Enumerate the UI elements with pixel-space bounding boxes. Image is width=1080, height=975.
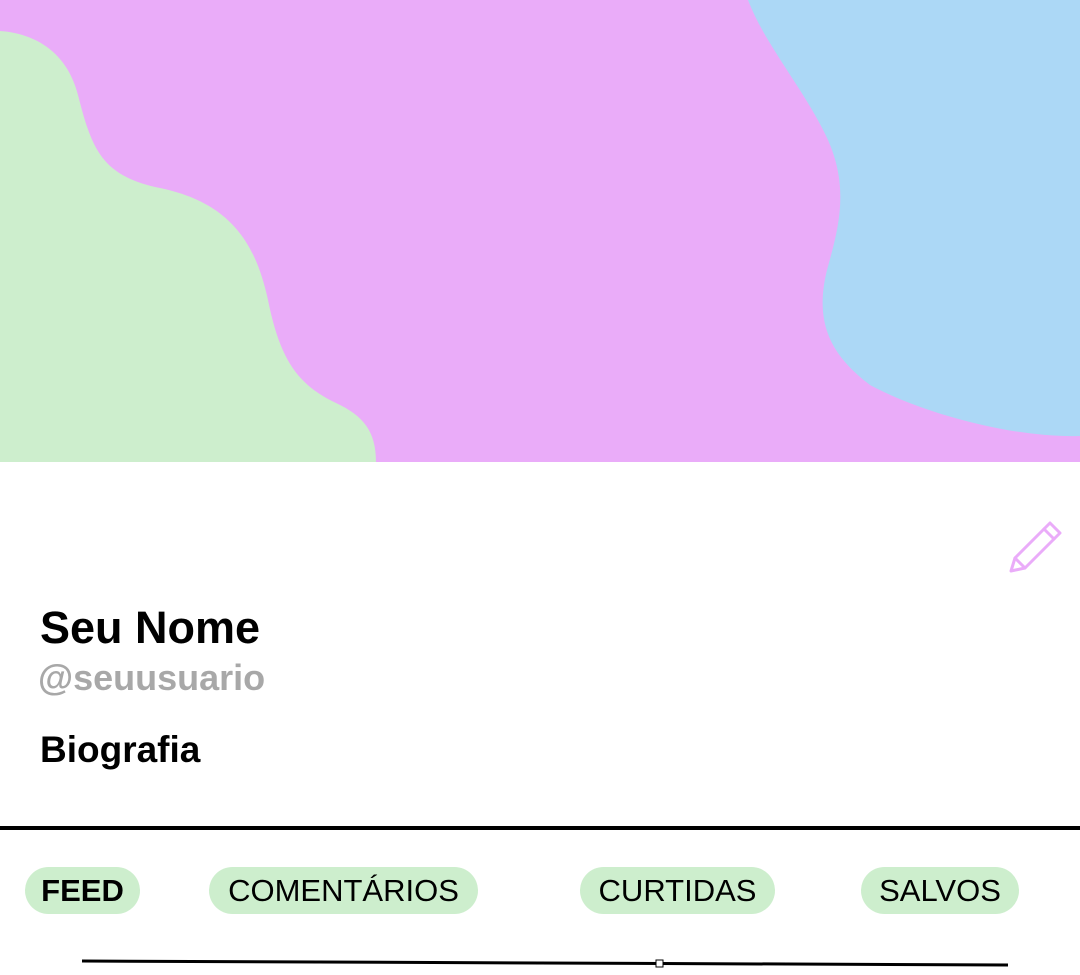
profile-name: Seu Nome	[40, 602, 261, 653]
profile-handle: @seuusuario	[38, 657, 266, 698]
tab-comentarios[interactable]: COMENTÁRIOS	[209, 867, 478, 914]
edit-profile-button[interactable]	[1004, 516, 1066, 578]
profile-page: Seu Nome @seuusuario Biografia FEED COME…	[0, 0, 1080, 975]
tab-curtidas[interactable]: CURTIDAS	[580, 867, 775, 914]
section-divider	[0, 826, 1080, 830]
pencil-icon	[1009, 521, 1062, 573]
tab-underline	[81, 959, 1009, 968]
tab-salvos[interactable]: SALVOS	[861, 867, 1019, 914]
tab-feed[interactable]: FEED	[25, 867, 140, 914]
cover-image	[0, 0, 1080, 462]
bio-heading: Biografia	[40, 729, 201, 770]
